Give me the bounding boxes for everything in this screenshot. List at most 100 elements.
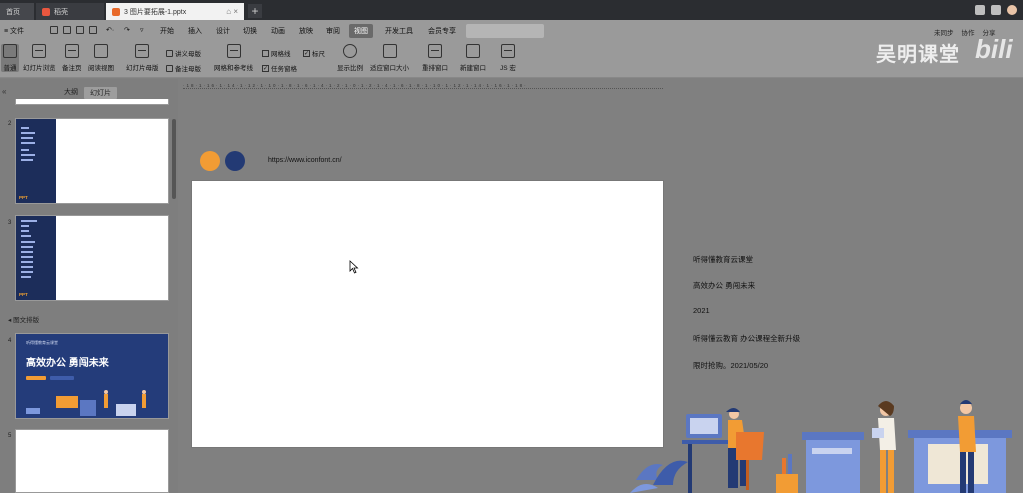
redo-icon[interactable]: ↷	[124, 26, 130, 34]
fit-window-icon	[382, 44, 397, 58]
task-pane-checkbox[interactable]: ✓ 任务窗格	[262, 63, 297, 73]
preview-icon[interactable]	[76, 26, 84, 34]
slide-thumbnail-3[interactable]: PPT	[15, 215, 169, 301]
slide-master-label: 幻灯片母版	[126, 65, 159, 72]
menu-home[interactable]: 开始	[160, 26, 174, 36]
new-tab-button[interactable]: +	[248, 4, 262, 18]
file-menu[interactable]: ≡ 文件	[4, 26, 24, 36]
avatar[interactable]	[1007, 5, 1017, 15]
grid-guides-icon	[226, 44, 241, 58]
menu-animation[interactable]: 动画	[271, 26, 285, 36]
slide-sorter-button[interactable]: 幻灯片浏览	[23, 44, 56, 72]
new-window-label: 新建窗口	[460, 65, 486, 72]
slide-sorter-label: 幻灯片浏览	[23, 65, 56, 72]
slide-number-2: 2	[8, 121, 12, 127]
side-text-line[interactable]: 听得懂教育云课堂	[693, 254, 753, 265]
arrange-windows-icon	[428, 44, 442, 58]
grid-apps-icon[interactable]	[991, 5, 1001, 15]
watermark-brand: 吴明课堂	[876, 44, 960, 66]
menu-review[interactable]: 审阅	[326, 26, 340, 36]
undo-icon[interactable]: ↶·	[106, 26, 114, 34]
slide-number-3: 3	[8, 220, 12, 226]
notes-page-label: 备注页	[62, 65, 82, 72]
normal-view-label: 普通	[3, 65, 17, 72]
search-input[interactable]	[466, 24, 544, 38]
handout-master-label: 讲义母版	[175, 51, 201, 58]
window-layout-icon[interactable]	[975, 5, 985, 15]
notes-master-label: 备注母版	[175, 66, 201, 73]
office-illustration[interactable]	[628, 400, 1023, 493]
side-text-line[interactable]: 限时抢购。2021/05/20	[693, 360, 768, 371]
tab-document[interactable]: 3 图片要拓展-1.pptx ⌂ ×	[106, 3, 244, 20]
ruler-label: 标尺	[312, 51, 325, 58]
slide-master-icon	[135, 44, 150, 58]
reading-view-label: 阅读视图	[88, 65, 114, 72]
tab-daoke-label: 稻壳	[54, 8, 68, 16]
grid-guides-button[interactable]: 网格和参考线	[214, 44, 253, 72]
slide-master-button[interactable]: 幻灯片母版	[126, 44, 159, 72]
horizontal-ruler: ·18·1·16·1·14·1·12·1·10·1·8·1·6·1·4·1·2·…	[183, 83, 663, 89]
new-window-button[interactable]: 新建窗口	[460, 44, 486, 72]
gridlines-label: 网格线	[271, 51, 291, 58]
slide-thumbnail-5[interactable]	[15, 429, 169, 493]
side-text-line[interactable]: 2021	[693, 306, 710, 315]
gridlines-checkbox[interactable]: 网格线	[262, 48, 291, 58]
navy-circle-shape[interactable]	[225, 151, 245, 171]
slide-thumbnail-1[interactable]	[15, 99, 169, 105]
slide-thumbnail-4[interactable]: 听得懂教育云课堂 高效办公 勇闯未来	[15, 333, 169, 419]
side-text-line[interactable]: 高效办公 勇闯未来	[693, 280, 755, 291]
tab-slides[interactable]: 幻灯片	[84, 87, 117, 99]
save-icon[interactable]	[50, 26, 58, 34]
menu-member[interactable]: 会员专享	[428, 26, 456, 36]
tab-daoke[interactable]: 稻壳	[36, 3, 104, 20]
slide-number-5: 5	[8, 433, 12, 439]
grid-guides-label: 网格和参考线	[214, 65, 253, 72]
thumb-logo: PPT	[19, 195, 28, 200]
new-window-icon	[466, 44, 480, 58]
thumb-logo: PPT	[19, 292, 28, 297]
task-pane-label: 任务窗格	[271, 66, 297, 73]
view-ribbon: 普通 幻灯片浏览 备注页 阅读视图 幻灯片母版 讲义母版 备注母版 网格和参考线…	[0, 42, 1023, 78]
url-textbox[interactable]: https://www.iconfont.cn/	[268, 157, 342, 164]
normal-view-icon	[3, 44, 17, 58]
tab-outline[interactable]: 大纲	[64, 87, 78, 97]
export-icon[interactable]	[89, 26, 97, 34]
sync-status[interactable]: 未同步	[934, 27, 954, 37]
side-text-line[interactable]: 听得懂云教育 办公课程全新升级	[693, 333, 800, 344]
slide-thumbnail-2[interactable]: PPT	[15, 118, 169, 204]
fit-window-button[interactable]: 适应窗口大小	[370, 44, 409, 72]
thumbnail-scrollbar[interactable]	[172, 119, 176, 199]
fit-window-label: 适应窗口大小	[370, 65, 409, 72]
arrange-windows-label: 重排窗口	[422, 65, 448, 72]
reading-view-button[interactable]: 阅读视图	[88, 44, 114, 72]
menu-design[interactable]: 设计	[216, 26, 230, 36]
window-tab-bar: 首页 稻壳 3 图片要拓展-1.pptx ⌂ × +	[0, 0, 1023, 20]
close-tab-icon[interactable]: ⌂ ×	[226, 7, 238, 16]
notes-master-icon	[166, 64, 173, 72]
handout-master-button[interactable]: 讲义母版	[166, 48, 201, 58]
menu-insert[interactable]: 插入	[188, 26, 202, 36]
tab-home-label: 首页	[6, 8, 20, 16]
menu-slideshow[interactable]: 放映	[299, 26, 313, 36]
arrange-windows-button[interactable]: 重排窗口	[422, 44, 448, 72]
more-icon[interactable]: ▿	[140, 26, 144, 34]
menu-view[interactable]: 视图	[349, 24, 373, 38]
section-label[interactable]: ◂ 图文排版	[8, 314, 39, 324]
reading-view-icon	[94, 44, 108, 58]
current-slide[interactable]	[191, 180, 664, 448]
notes-master-button[interactable]: 备注母版	[166, 63, 201, 73]
js-macro-button[interactable]: JS 宏	[500, 44, 516, 72]
slide-number-4: 4	[8, 338, 12, 344]
checked-icon: ✓	[303, 49, 310, 57]
tab-home[interactable]: 首页	[0, 3, 34, 20]
collaborate-button[interactable]: 协作	[962, 27, 975, 37]
ruler-checkbox[interactable]: ✓ 标尺	[303, 48, 325, 58]
tab-document-label: 3 图片要拓展-1.pptx	[124, 8, 187, 16]
orange-circle-shape[interactable]	[200, 151, 220, 171]
normal-view-button[interactable]: 普通	[1, 44, 19, 72]
menu-developer[interactable]: 开发工具	[385, 26, 413, 36]
print-icon[interactable]	[63, 26, 71, 34]
notes-page-button[interactable]: 备注页	[62, 44, 82, 72]
menu-transition[interactable]: 切换	[243, 26, 257, 36]
zoom-button[interactable]: 显示比例	[337, 44, 363, 72]
